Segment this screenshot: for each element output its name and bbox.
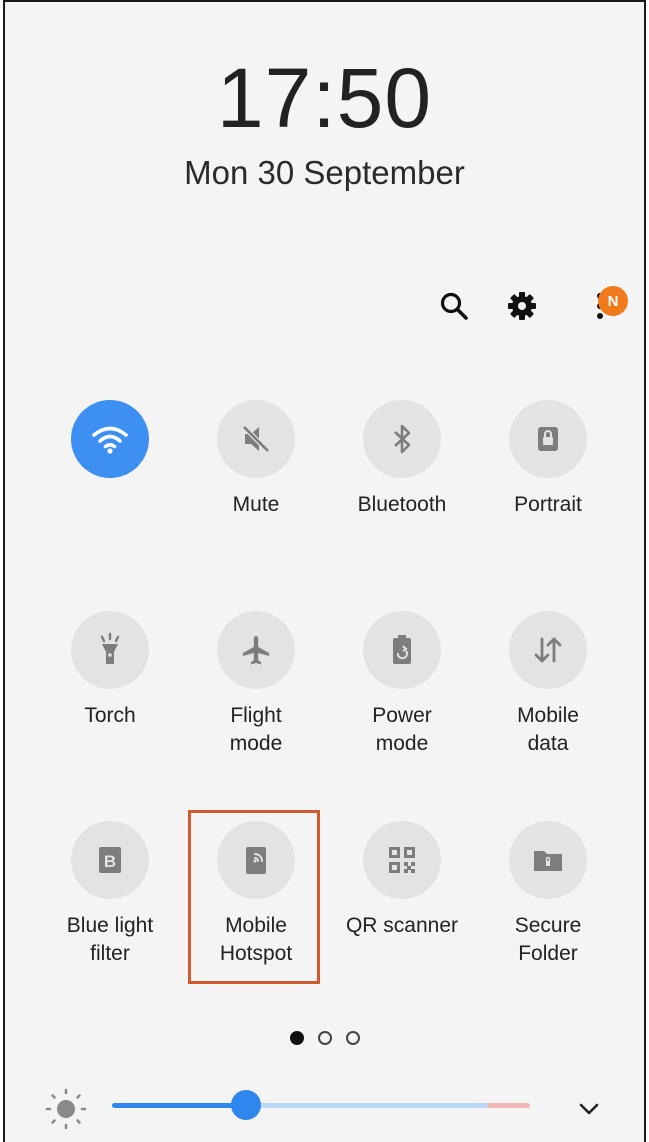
airplane-icon	[217, 611, 295, 689]
brightness-slider-thumb[interactable]	[230, 1090, 261, 1120]
tile-blue-light-filter[interactable]: B Blue light filter	[45, 821, 175, 968]
tile-portrait[interactable]: Portrait	[483, 400, 613, 519]
tile-power-mode[interactable]: Power mode	[337, 611, 467, 758]
quick-panel: 17:50 Mon 30 September	[3, 0, 646, 1142]
tile-label-portrait: Portrait	[514, 493, 582, 516]
clock-time: 17:50	[216, 51, 433, 145]
tile-label-torch: Torch	[84, 704, 136, 727]
wifi-icon	[71, 400, 149, 478]
tile-label-mobile-data: Mobile data	[517, 704, 579, 755]
page-indicator	[0, 1031, 649, 1045]
tile-label-bluetooth: Bluetooth	[357, 493, 447, 516]
mute-icon	[217, 400, 295, 478]
clock-date: Mon 30 September	[184, 154, 465, 191]
svg-text:B: B	[104, 852, 116, 871]
page-dot-1[interactable]	[289, 1031, 304, 1045]
brightness-slider-fill	[112, 1103, 246, 1108]
tile-mobile-data[interactable]: Mobile data	[483, 611, 613, 758]
tile-bluetooth[interactable]: Bluetooth	[337, 400, 467, 519]
brightness-sun-icon	[44, 1087, 88, 1131]
blue-light-icon: B	[71, 821, 149, 899]
tile-qr-scanner[interactable]: QR scanner	[337, 821, 467, 940]
gear-icon[interactable]	[502, 286, 542, 326]
qr-icon	[363, 821, 441, 899]
tile-label-power-mode: Power mode	[372, 704, 432, 755]
search-icon[interactable]	[434, 286, 474, 326]
tile-flight-mode[interactable]: Flight mode	[191, 611, 321, 758]
page-dot-2[interactable]	[317, 1031, 332, 1045]
brightness-slider[interactable]	[112, 1103, 530, 1108]
tile-label-qr-scanner: QR scanner	[345, 914, 459, 937]
brightness-slider-max-zone	[488, 1103, 530, 1108]
torch-icon	[71, 611, 149, 689]
tile-torch[interactable]: Torch	[45, 611, 175, 730]
tile-label-blue-light-filter: Blue light filter	[66, 914, 154, 965]
portrait-icon	[509, 400, 587, 478]
secure-folder-icon	[509, 821, 587, 899]
chevron-down-icon[interactable]	[574, 1094, 604, 1124]
tile-mute[interactable]: Mute	[191, 400, 321, 519]
page-dot-3[interactable]	[345, 1031, 360, 1045]
notification-badge: N	[598, 286, 628, 316]
bluetooth-icon	[363, 400, 441, 478]
tile-label-secure-folder: Secure Folder	[514, 914, 582, 965]
tile-label-flight-mode: Flight mode	[229, 704, 283, 755]
battery-icon	[363, 611, 441, 689]
hotspot-highlight-box	[188, 810, 320, 984]
data-arrows-icon	[509, 611, 587, 689]
tile-wifi[interactable]	[45, 400, 175, 491]
tile-label-mute: Mute	[232, 493, 280, 516]
tile-secure-folder[interactable]: Secure Folder	[483, 821, 613, 968]
